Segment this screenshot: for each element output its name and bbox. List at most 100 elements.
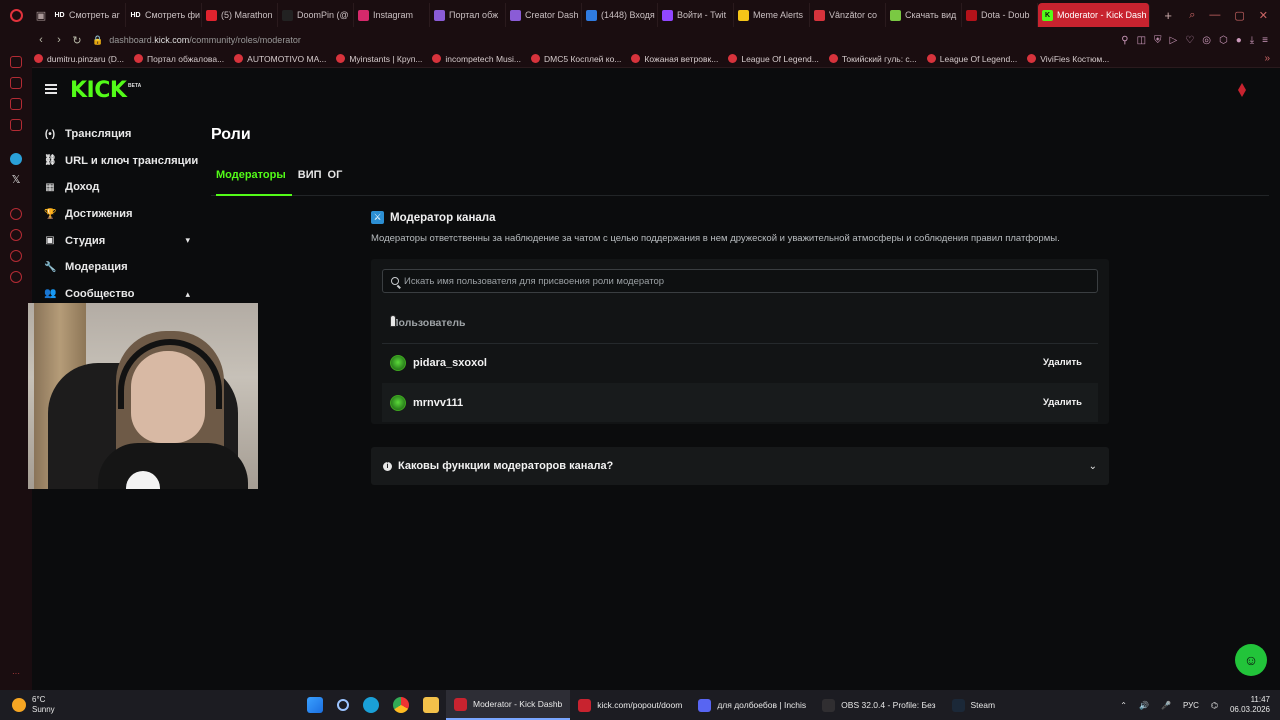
bookmarks-overflow-icon[interactable]: » bbox=[1264, 53, 1270, 64]
snapshot-icon[interactable]: ◫ bbox=[1137, 35, 1146, 46]
taskbar-app[interactable]: для долбоебов | Inchis bbox=[690, 690, 814, 720]
start-icon[interactable] bbox=[307, 697, 323, 713]
chevron-icon[interactable]: ▴ bbox=[185, 289, 190, 300]
bookmark-item[interactable]: ViviFies Костюм... bbox=[1027, 54, 1109, 64]
opera-logo-icon[interactable] bbox=[0, 0, 32, 30]
back-icon[interactable]: ‹ bbox=[32, 34, 50, 46]
bookmark-item[interactable]: Портал обжалова... bbox=[134, 54, 224, 64]
faq-accordion[interactable]: i Каковы функции модераторов канала? ⌄ bbox=[371, 447, 1109, 485]
tab-vip[interactable]: ВИП bbox=[298, 169, 322, 196]
telegram-icon[interactable] bbox=[10, 153, 22, 165]
language-indicator[interactable]: РУС bbox=[1183, 701, 1199, 710]
sidebar-workspace-icon[interactable] bbox=[10, 119, 22, 131]
heart-icon[interactable]: ♡ bbox=[1185, 35, 1194, 46]
bookmark-item[interactable]: dumitru.pinzaru (D... bbox=[34, 54, 124, 64]
browser-tab[interactable]: DoomPin (@ bbox=[278, 3, 354, 27]
bookmark-item[interactable]: AUTOMOTIVO MA... bbox=[234, 54, 326, 64]
bookmark-item[interactable]: DMC5 Косплей ко... bbox=[531, 54, 621, 64]
chevron-icon[interactable]: ▾ bbox=[185, 235, 190, 246]
bookmark-item[interactable]: incompetech Musi... bbox=[432, 54, 521, 64]
browser-tab[interactable]: Портал обж bbox=[430, 3, 506, 27]
sword-icon: ⚔ bbox=[371, 211, 384, 224]
avatar[interactable] bbox=[390, 354, 406, 371]
username[interactable]: mrnvv111 bbox=[413, 397, 463, 409]
bookmark-item[interactable]: Myinstants | Круп... bbox=[336, 54, 422, 64]
history-icon[interactable] bbox=[10, 229, 22, 241]
sidebar-player-icon[interactable] bbox=[10, 208, 22, 220]
sidebar-chat-icon[interactable] bbox=[10, 98, 22, 110]
hamburger-menu-icon[interactable] bbox=[45, 84, 57, 94]
forward-icon[interactable]: › bbox=[50, 34, 68, 46]
username[interactable]: pidara_sxoxol bbox=[413, 357, 487, 369]
sidebar-item[interactable]: 🔧 Модерация bbox=[32, 254, 202, 281]
tab-favicon-icon bbox=[282, 9, 293, 21]
more-icon[interactable]: ··· bbox=[12, 669, 20, 678]
tray-chevron-icon[interactable]: ⌃ bbox=[1120, 701, 1127, 710]
kick-logo[interactable]: KICK bbox=[70, 78, 127, 103]
chrome-icon[interactable] bbox=[393, 697, 409, 713]
pin-icon[interactable]: ⚲ bbox=[1121, 35, 1128, 46]
browser-tab[interactable]: Instagram bbox=[354, 3, 430, 27]
taskbar-app[interactable]: OBS 32.0.4 - Profile: Без bbox=[814, 690, 943, 720]
sidebar-music-icon[interactable] bbox=[10, 56, 22, 68]
volume-icon[interactable]: 🔊 bbox=[1139, 701, 1149, 710]
browser-tab[interactable]: Войти - Twit bbox=[658, 3, 734, 27]
browser-tab[interactable]: Meme Alerts bbox=[734, 3, 810, 27]
search-tabs-icon[interactable]: ⌕ bbox=[1189, 9, 1195, 22]
sidebar-item[interactable]: (•) Трансляция bbox=[32, 121, 202, 148]
sidebar-item[interactable]: ▦ Доход bbox=[32, 174, 202, 201]
minimize-icon[interactable]: — bbox=[1209, 9, 1220, 22]
mic-icon[interactable]: 🎤 bbox=[1161, 701, 1171, 710]
tab-og[interactable]: ОГ bbox=[328, 169, 343, 196]
url-field[interactable]: 🔒 dashboard.kick.com/community/roles/mod… bbox=[92, 35, 301, 46]
sidebar-item[interactable]: ⛓ URL и ключ трансляции bbox=[32, 148, 202, 175]
maximize-icon[interactable]: ▢ bbox=[1234, 9, 1244, 22]
play-icon[interactable]: ▷ bbox=[1170, 35, 1178, 46]
speed-dial-icon[interactable]: ◎ bbox=[1202, 35, 1211, 46]
browser-tab[interactable]: HD Смотреть ar bbox=[50, 3, 126, 27]
browser-tab[interactable]: Dota - Doub bbox=[962, 3, 1038, 27]
sidebar-item[interactable]: ▣ Студия ▾ bbox=[32, 227, 202, 254]
profile-icon[interactable]: ● bbox=[1236, 35, 1242, 46]
settings-icon[interactable] bbox=[10, 271, 22, 283]
bookmark-item[interactable]: Кожаная ветровк... bbox=[631, 54, 718, 64]
taskbar-app[interactable]: Steam bbox=[944, 690, 1004, 720]
bookmark-item[interactable]: Токийский гуль: с... bbox=[828, 54, 917, 64]
extensions-icon[interactable]: ⬡ bbox=[1219, 35, 1228, 46]
browser-tab[interactable]: Vânzător co bbox=[810, 3, 886, 27]
new-tab-icon[interactable]: + bbox=[1159, 8, 1177, 23]
edge-icon[interactable] bbox=[363, 697, 379, 713]
browser-tab[interactable]: Скачать вид bbox=[886, 3, 962, 27]
browser-tab[interactable]: Creator Dash bbox=[506, 3, 582, 27]
sidebar-item[interactable]: 🏆 Достижения bbox=[32, 201, 202, 228]
search-input[interactable]: Искать имя пользователя для присвоения р… bbox=[382, 269, 1098, 293]
browser-tab-active[interactable]: K Moderator - Kick Dash bbox=[1038, 3, 1150, 27]
remove-button[interactable]: Удалить bbox=[1043, 397, 1082, 408]
clock[interactable]: 11:47 06.03.2026 bbox=[1230, 695, 1270, 715]
vpn-icon[interactable]: ⛨ bbox=[1154, 35, 1162, 46]
bookmark-item[interactable]: League Of Legend... bbox=[728, 54, 819, 64]
sidebar-aria-icon[interactable] bbox=[10, 77, 22, 89]
network-icon[interactable]: ⌬ bbox=[1211, 701, 1218, 710]
search-taskbar-icon[interactable] bbox=[337, 699, 349, 711]
browser-tab[interactable]: (5) Marathon bbox=[202, 3, 278, 27]
download-icon[interactable]: ⤓ bbox=[1250, 35, 1254, 46]
tab-overview-icon[interactable]: ▣ bbox=[32, 0, 50, 30]
taskbar-app[interactable]: Moderator - Kick Dashb bbox=[446, 690, 571, 720]
file-explorer-icon[interactable] bbox=[423, 697, 439, 713]
remove-button[interactable]: Удалить bbox=[1043, 357, 1082, 368]
support-chat-icon[interactable]: ☺ bbox=[1235, 644, 1267, 676]
bookmark-item[interactable]: League Of Legend... bbox=[926, 54, 1017, 64]
sidebar-extensions-icon[interactable] bbox=[10, 250, 22, 262]
taskbar-app[interactable]: kick.com/popout/doom bbox=[570, 690, 690, 720]
menu-icon[interactable]: ≡ bbox=[1262, 35, 1268, 46]
tab-moderators[interactable]: Модераторы bbox=[216, 169, 292, 196]
column-header-user[interactable]: Пользователь bbox=[391, 317, 465, 329]
x-twitter-icon[interactable]: 𝕏 bbox=[10, 174, 22, 186]
browser-tab[interactable]: (1448) Входя bbox=[582, 3, 658, 27]
browser-tab[interactable]: HD Смотреть фи bbox=[126, 3, 202, 27]
weather-widget[interactable]: 6°C Sunny bbox=[0, 695, 300, 715]
close-window-icon[interactable]: ✕ bbox=[1259, 9, 1268, 22]
reload-icon[interactable]: ↻ bbox=[68, 34, 86, 47]
avatar[interactable] bbox=[390, 394, 406, 411]
